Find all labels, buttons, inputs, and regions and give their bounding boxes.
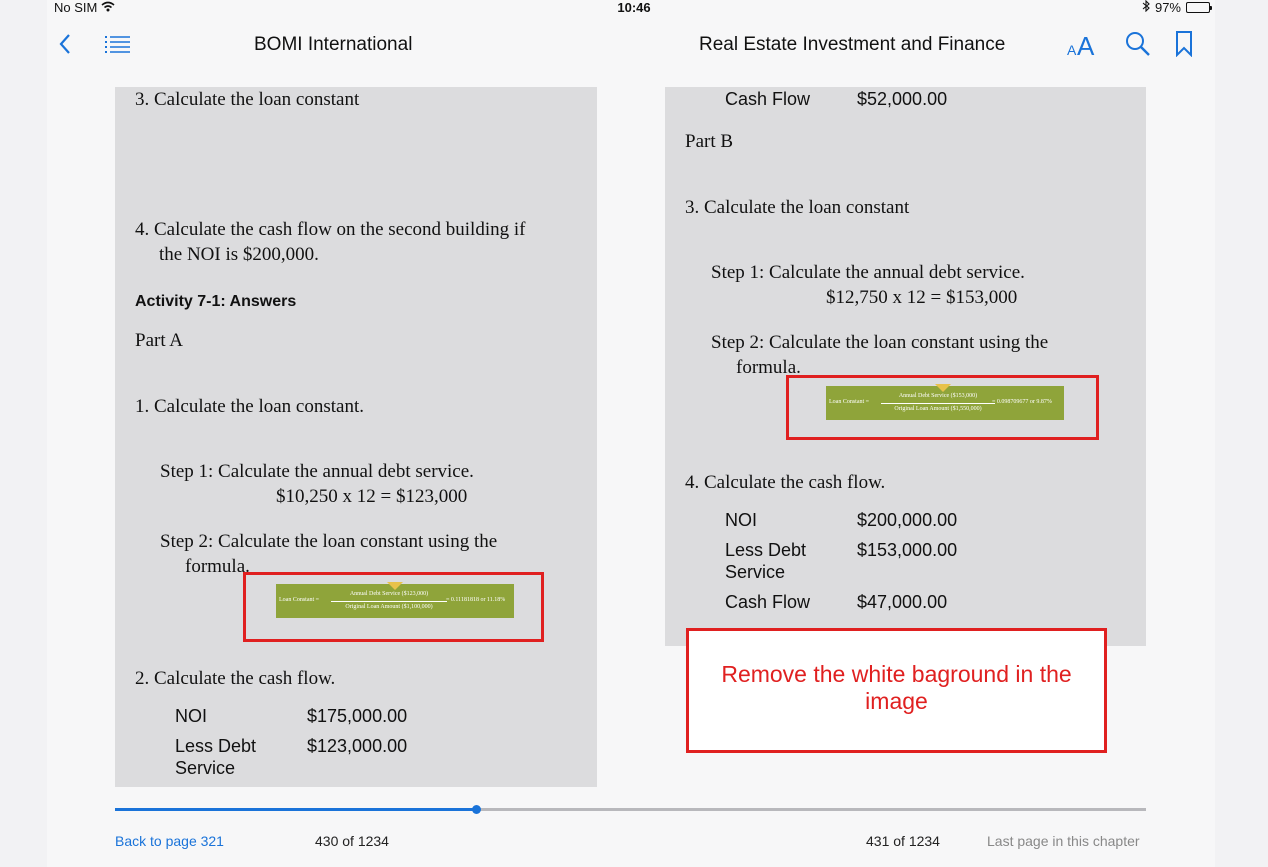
right-cashflow2-value: $47,000.00 bbox=[857, 592, 948, 612]
right-noi-value: $200,000.00 bbox=[857, 510, 958, 530]
left-q4-line1: 4. Calculate the cash flow on the second… bbox=[135, 219, 526, 240]
right-q3: 3. Calculate the loan constant bbox=[685, 197, 910, 218]
status-time: 10:46 bbox=[617, 0, 651, 15]
right-step2-line1: Step 2: Calculate the loan constant usin… bbox=[711, 332, 1049, 353]
page-scrubber-fill bbox=[115, 808, 476, 811]
left-noi-value: $175,000.00 bbox=[307, 706, 408, 726]
left-step1-calc: $10,250 x 12 = $123,000 bbox=[276, 486, 468, 507]
left-step2-line2: formula. bbox=[185, 556, 250, 577]
bookmark-icon[interactable] bbox=[1175, 31, 1193, 62]
left-page-number: 430 of 1234 bbox=[315, 833, 389, 849]
left-a1: 1. Calculate the loan constant. bbox=[135, 396, 364, 417]
right-noi-label: NOI bbox=[725, 510, 758, 530]
svg-text:A: A bbox=[1077, 31, 1095, 57]
answers-heading: Activity 7-1: Answers bbox=[135, 293, 297, 310]
battery-percent: 97% bbox=[1154, 0, 1181, 15]
part-a-label: Part A bbox=[135, 330, 184, 351]
right-formula-highlight bbox=[786, 375, 1099, 440]
right-step1-calc: $12,750 x 12 = $153,000 bbox=[826, 287, 1018, 308]
left-step1: Step 1: Calculate the annual debt servic… bbox=[160, 461, 474, 482]
last-page-label: Last page in this chapter bbox=[987, 833, 1140, 849]
left-noi-label: NOI bbox=[175, 706, 208, 726]
back-to-page-link[interactable]: Back to page 321 bbox=[115, 833, 224, 849]
chapter-title: Real Estate Investment and Finance bbox=[699, 34, 1006, 55]
back-chevron-icon[interactable] bbox=[58, 32, 72, 61]
status-bar: No SIM 10:46 97% bbox=[0, 0, 1268, 16]
search-icon[interactable] bbox=[1125, 31, 1151, 62]
font-size-icon[interactable]: AA bbox=[1067, 31, 1097, 62]
right-cashflow2-label: Cash Flow bbox=[725, 592, 811, 612]
screen: No SIM 10:46 97% BOMI International Real… bbox=[0, 0, 1268, 867]
right-page-number: 431 of 1234 bbox=[866, 833, 940, 849]
left-step2-line1: Step 2: Calculate the loan constant usin… bbox=[160, 531, 498, 552]
left-debt-label-line2: Service bbox=[175, 758, 236, 778]
right-debt-label-line1: Less Debt bbox=[725, 540, 807, 560]
right-debt-value: $153,000.00 bbox=[857, 540, 958, 560]
right-step1: Step 1: Calculate the annual debt servic… bbox=[711, 262, 1025, 283]
left-formula-highlight bbox=[243, 572, 544, 642]
left-debt-label-line1: Less Debt bbox=[175, 736, 257, 756]
svg-text:A: A bbox=[1067, 42, 1077, 57]
book-title: BOMI International bbox=[254, 34, 413, 55]
part-b-label: Part B bbox=[685, 131, 734, 152]
bluetooth-icon bbox=[1142, 0, 1150, 15]
nav-bar: BOMI International Real Estate Investmen… bbox=[0, 22, 1268, 66]
right-debt-label-line2: Service bbox=[725, 562, 786, 582]
annotation-note: Remove the white baground in the image bbox=[686, 628, 1107, 753]
page-scrubber[interactable] bbox=[115, 805, 1146, 814]
left-q4-line2: the NOI is $200,000. bbox=[159, 244, 319, 265]
table-of-contents-icon[interactable] bbox=[105, 34, 131, 59]
left-debt-value: $123,000.00 bbox=[307, 736, 408, 756]
right-cashflow-value: $52,000.00 bbox=[857, 89, 948, 109]
right-cashflow-label: Cash Flow bbox=[725, 89, 811, 109]
left-q3: 3. Calculate the loan constant bbox=[135, 89, 360, 110]
page-scrubber-knob[interactable] bbox=[471, 805, 481, 814]
battery-icon bbox=[1186, 2, 1212, 13]
left-a2: 2. Calculate the cash flow. bbox=[135, 668, 336, 689]
right-q4: 4. Calculate the cash flow. bbox=[685, 472, 886, 493]
